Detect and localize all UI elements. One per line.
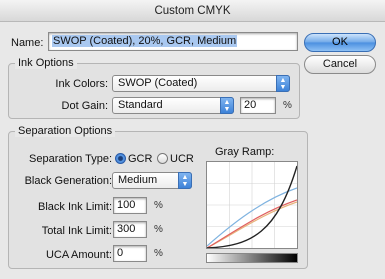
gray-ramp-curves: [206, 162, 298, 249]
separation-type-label: Separation Type:: [29, 153, 112, 165]
separation-options-title: Separation Options: [15, 125, 116, 137]
gray-ramp-label: Gray Ramp:: [215, 146, 275, 158]
gcr-radio-label: GCR: [128, 153, 153, 165]
ucr-radio-label: UCR: [170, 153, 194, 165]
total-ink-limit-field[interactable]: 300: [113, 221, 147, 238]
ink-colors-value: SWOP (Coated): [118, 77, 198, 89]
popup-arrows-icon: ▲ ▼: [220, 97, 234, 114]
dot-gain-unit: %: [283, 100, 292, 111]
dot-gain-value: Standard: [118, 99, 163, 111]
name-label: Name:: [11, 37, 44, 49]
total-ink-limit-unit: %: [154, 224, 163, 235]
total-ink-limit-label: Total Ink Limit:: [41, 225, 112, 237]
uca-amount-label: UCA Amount:: [45, 249, 112, 261]
ok-button[interactable]: OK: [304, 33, 376, 52]
dot-gain-label: Dot Gain:: [61, 100, 108, 112]
name-field-value: SWOP (Coated), 20%, GCR, Medium: [52, 35, 238, 47]
popup-arrows-icon: ▲ ▼: [276, 75, 290, 92]
ink-colors-label: Ink Colors:: [55, 78, 108, 90]
ucr-radio[interactable]: [157, 153, 168, 164]
black-generation-value: Medium: [118, 174, 158, 186]
black-ink-limit-label: Black Ink Limit:: [38, 201, 112, 213]
gray-ramp-gradient: [206, 253, 298, 263]
popup-arrows-icon: ▲ ▼: [178, 172, 192, 189]
uca-amount-field[interactable]: 0: [113, 245, 147, 262]
black-ink-limit-unit: %: [154, 200, 163, 211]
dot-gain-amount-field[interactable]: 20: [240, 97, 276, 114]
ink-options-title: Ink Options: [15, 57, 77, 69]
custom-cmyk-dialog: Custom CMYK Name: SWOP (Coated), 20%, GC…: [0, 0, 385, 279]
gray-ramp-graph: [206, 161, 298, 249]
uca-amount-unit: %: [154, 248, 163, 259]
black-ink-limit-field[interactable]: 100: [113, 197, 147, 214]
ink-colors-popup[interactable]: SWOP (Coated) ▲ ▼: [112, 75, 290, 92]
dot-gain-popup[interactable]: Standard ▲ ▼: [112, 97, 234, 114]
name-field[interactable]: SWOP (Coated), 20%, GCR, Medium: [48, 32, 298, 51]
gcr-radio[interactable]: [115, 153, 126, 164]
black-generation-label: Black Generation:: [24, 175, 112, 187]
cancel-button[interactable]: Cancel: [304, 55, 376, 74]
black-generation-popup[interactable]: Medium ▲ ▼: [112, 172, 192, 189]
window-title: Custom CMYK: [0, 0, 385, 22]
